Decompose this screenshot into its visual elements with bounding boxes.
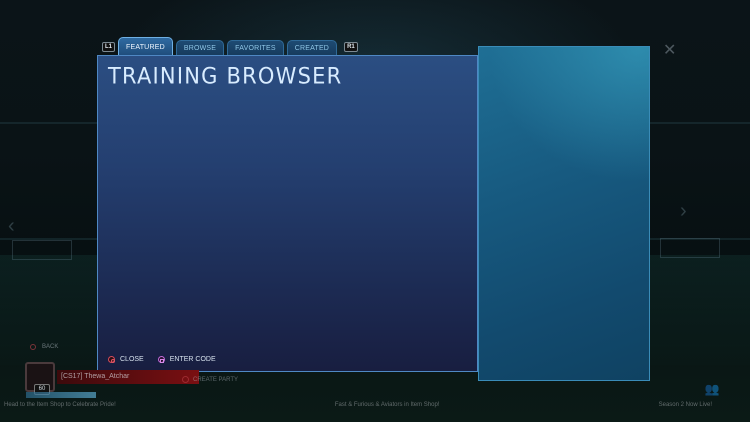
background-logo (660, 238, 720, 258)
chevron-left-icon: ‹ (8, 215, 15, 237)
tab-favorites[interactable]: FAVORITES (227, 40, 284, 56)
back-button: BACK (30, 344, 58, 350)
training-tabs: L1 FEATURED BROWSE FAVORITES CREATED R1 (102, 37, 358, 56)
training-browser-panel: TRAINING BROWSER CLOSE ENTER CODE (97, 55, 478, 372)
avatar: 60 (25, 362, 55, 395)
r1-shoulder-icon[interactable]: R1 (344, 42, 358, 52)
ticker-item: Fast & Furious & Aviators in Item Shop! (334, 402, 440, 408)
create-party-label: CREATE PARTY (193, 376, 239, 383)
background-logo (12, 240, 72, 260)
back-label: BACK (42, 344, 59, 350)
player-banner: 60 [CS17] Thewa_Atchar (25, 362, 199, 395)
player-name: [CS17] Thewa_Atchar (57, 370, 199, 384)
friends-icon: 👥 (704, 382, 720, 396)
l1-shoulder-icon[interactable]: L1 (102, 42, 116, 52)
ticker-item: Season 2 Now Live! (658, 402, 712, 408)
news-ticker: Head to the Item Shop to Celebrate Pride… (0, 398, 750, 412)
circle-button-icon (182, 376, 189, 383)
circle-button-icon (30, 344, 36, 350)
close-icon: ✕ (663, 42, 677, 59)
tab-browse[interactable]: BROWSE (175, 40, 225, 56)
page-title: TRAINING BROWSER (108, 63, 343, 89)
tab-featured[interactable]: FEATURED (118, 37, 173, 56)
preview-panel (478, 46, 650, 381)
chevron-right-icon: › (680, 200, 687, 222)
tab-created[interactable]: CREATED (286, 40, 338, 56)
ticker-item: Head to the Item Shop to Celebrate Pride… (4, 402, 116, 408)
create-party-button: CREATE PARTY (182, 376, 238, 383)
